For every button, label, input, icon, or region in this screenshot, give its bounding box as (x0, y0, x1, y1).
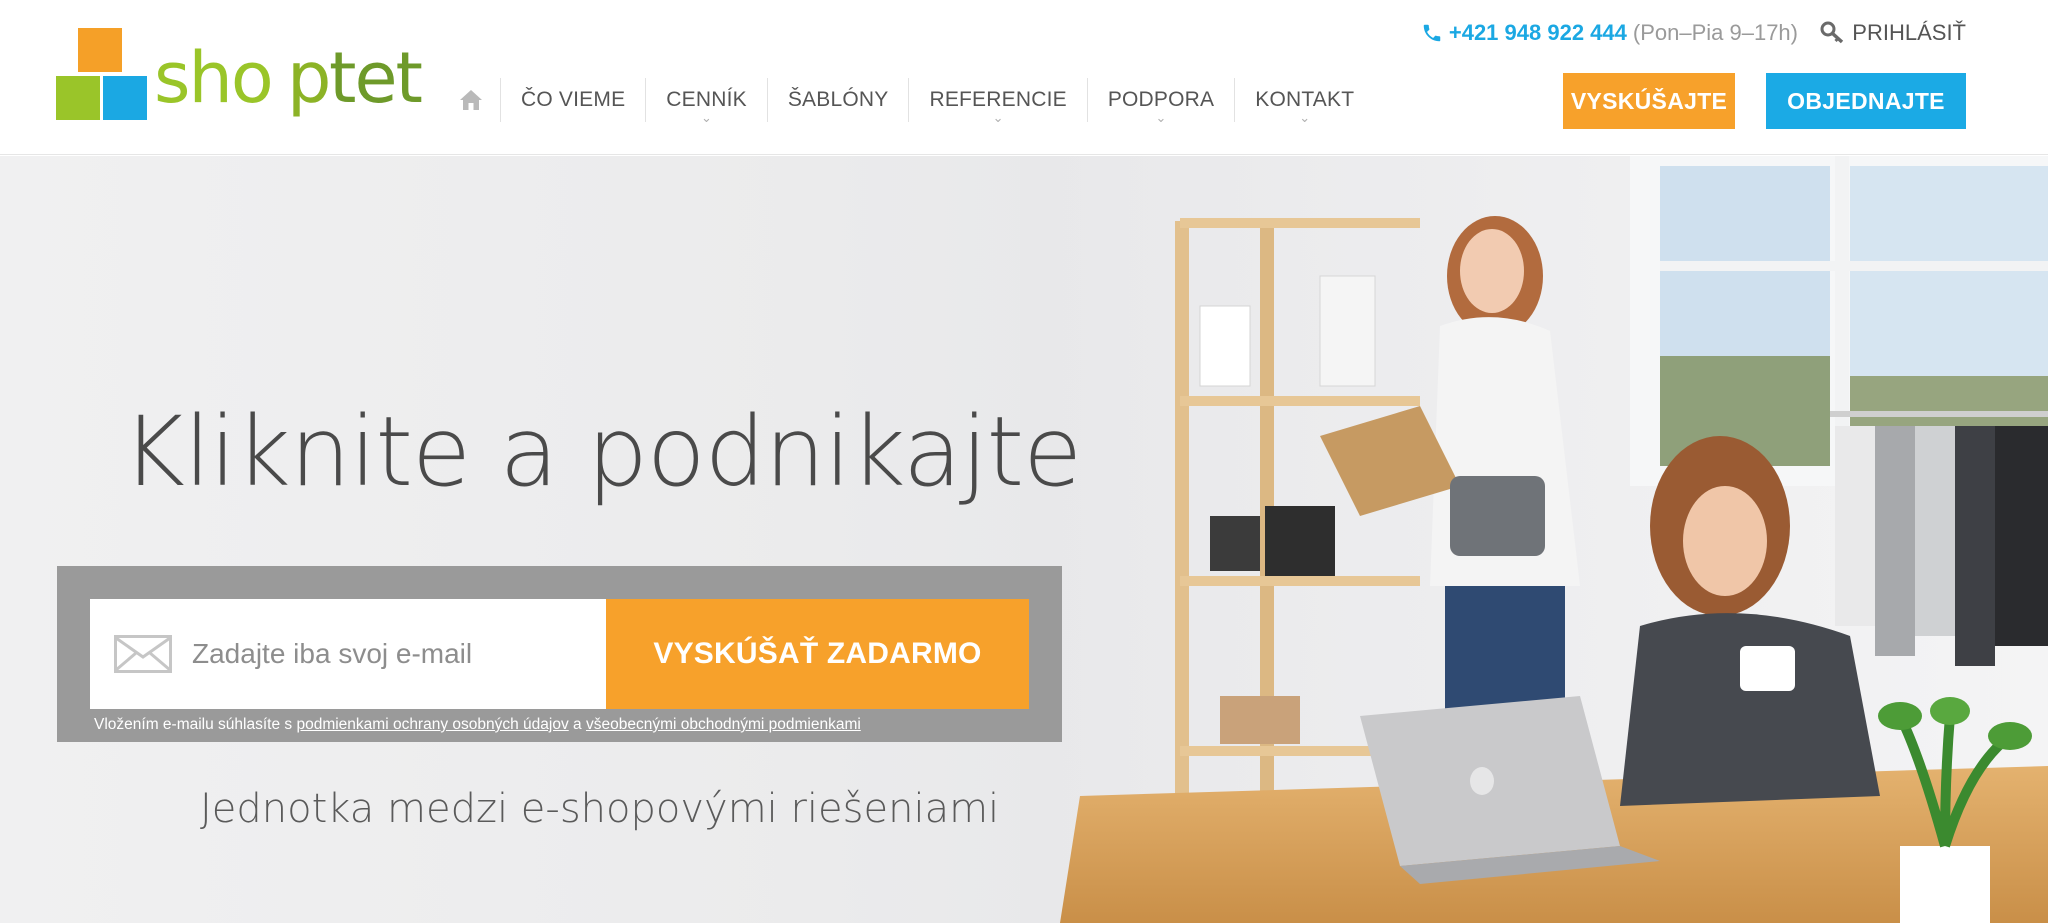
contact-phone[interactable]: +421 948 922 444 (Pon–Pia 9–17h) (1421, 20, 1798, 46)
phone-number[interactable]: +421 948 922 444 (1449, 20, 1627, 46)
shoptet-logo[interactable]: sho p tet (56, 28, 424, 128)
nav-item-label: CENNÍK (666, 88, 747, 111)
nav-item-label: ČO VIEME (521, 88, 626, 111)
nav-item-label: REFERENCIE (929, 88, 1067, 111)
hero-photo (1020, 156, 2048, 923)
svg-text:sho: sho (154, 44, 272, 119)
nav-item-sablony[interactable]: ŠABLÓNY (766, 78, 909, 122)
try-button[interactable]: VYSKÚŠAJTE (1563, 73, 1735, 129)
nav-item-cennik[interactable]: CENNÍK ⌄ (645, 78, 767, 125)
chevron-down-icon: ⌄ (1155, 110, 1167, 125)
hero-headline: Kliknite a podnikajte (122, 396, 1082, 508)
chevron-down-icon: ⌄ (992, 110, 1004, 125)
logo-wordmark: sho p tet (154, 37, 424, 140)
envelope-icon (114, 635, 172, 673)
terms-note: Vložením e-mailu súhlasíte s podmienkami… (94, 716, 861, 734)
nav-item-co-vieme[interactable]: ČO VIEME (500, 78, 645, 122)
main-nav: ČO VIEME CENNÍK ⌄ ŠABLÓNY REFERENCIE ⌄ P… (450, 78, 1374, 125)
signup-form: VYSKÚŠAŤ ZADARMO Vložením e-mailu súhlas… (57, 566, 1062, 742)
business-terms-link[interactable]: všeobecnými obchodnými podmienkami (586, 716, 861, 733)
key-icon (1820, 21, 1844, 44)
svg-text:tet: tet (329, 44, 422, 119)
nav-item-label: PODPORA (1107, 88, 1215, 111)
nav-home[interactable] (450, 78, 492, 122)
site-header: sho p tet ČO VIEME CENNÍK ⌄ ŠABLÓNY REFE… (0, 0, 2048, 155)
hero-subheadline: Jednotka medzi e-shopovými riešeniami (200, 786, 1000, 832)
nav-item-label: ŠABLÓNY (787, 88, 889, 111)
email-field-wrapper[interactable] (90, 599, 606, 709)
logo-square-green (56, 76, 100, 120)
office-hours: (Pon–Pia 9–17h) (1632, 20, 1798, 45)
login-label: PRIHLÁSIŤ (1852, 20, 1966, 45)
nav-item-label: KONTAKT (1255, 88, 1355, 111)
privacy-terms-link[interactable]: podmienkami ochrany osobných údajov (296, 716, 568, 733)
login-link[interactable]: PRIHLÁSIŤ (1820, 20, 1966, 46)
chevron-down-icon: ⌄ (701, 110, 713, 125)
home-icon (460, 90, 482, 110)
svg-text:p: p (287, 44, 329, 119)
chevron-down-icon: ⌄ (1299, 110, 1311, 125)
logo-square-blue (103, 76, 147, 120)
logo-wordmark-svg: sho p tet (154, 37, 424, 119)
email-input[interactable] (192, 638, 572, 670)
hero-section: Kliknite a podnikajte VYSKÚŠAŤ ZADARMO V… (0, 156, 2048, 923)
terms-mid: a (568, 716, 586, 733)
try-free-button[interactable]: VYSKÚŠAŤ ZADARMO (606, 599, 1029, 709)
terms-prefix: Vložením e-mailu súhlasíte s (94, 716, 297, 733)
logo-square-orange (78, 28, 122, 72)
phone-icon (1423, 24, 1441, 42)
nav-item-referencie[interactable]: REFERENCIE ⌄ (908, 78, 1086, 125)
order-button[interactable]: OBJEDNAJTE (1766, 73, 1966, 129)
nav-item-kontakt[interactable]: KONTAKT ⌄ (1234, 78, 1374, 125)
nav-item-podpora[interactable]: PODPORA ⌄ (1086, 78, 1234, 125)
